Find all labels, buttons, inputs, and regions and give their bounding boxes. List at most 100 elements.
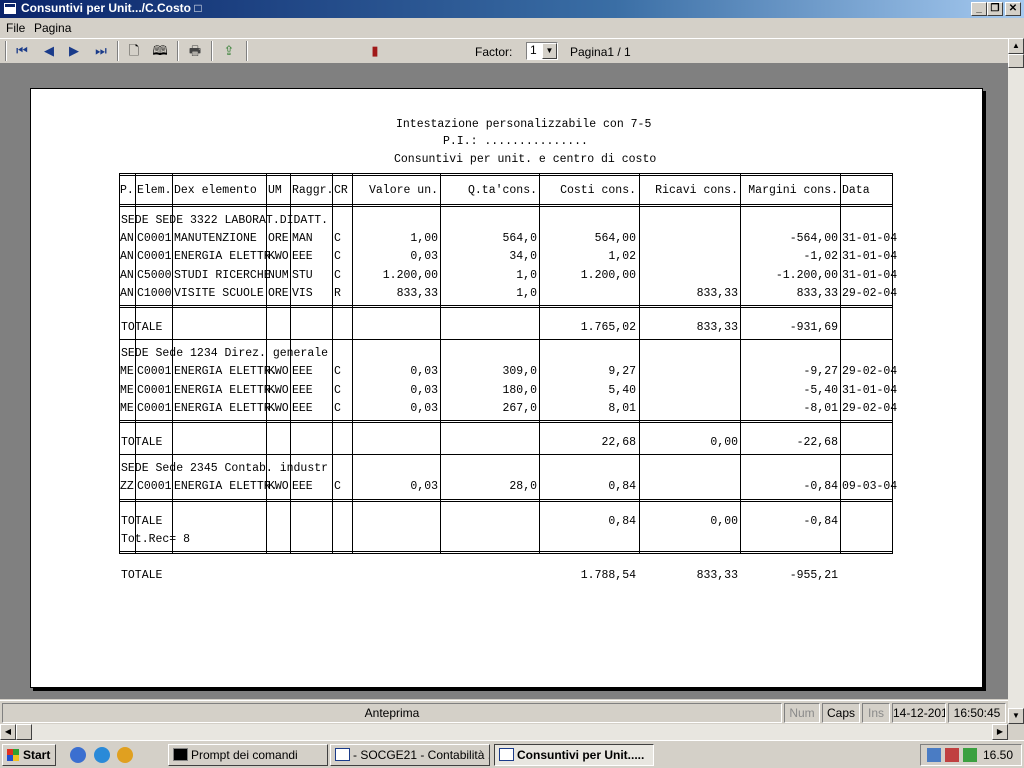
total-value: 22,68 [601, 436, 636, 449]
scroll-up-icon[interactable]: ▲ [1008, 38, 1024, 54]
total-value: -22,68 [796, 436, 838, 449]
scroll-right-icon[interactable]: ▶ [992, 724, 1008, 740]
status-bar: Anteprima Num Caps Ins 14-12-2015 16:50:… [0, 700, 1008, 724]
table-cell: EEE [292, 383, 313, 397]
total-label: TOTALE [121, 514, 163, 528]
table-cell: 29-02-04 [842, 365, 898, 379]
scroll-thumb[interactable] [1008, 54, 1024, 68]
group-total-row: TOTALE 0,84 0,00 -0,84 [119, 513, 893, 531]
two-pages-icon[interactable]: 🕮 [151, 43, 169, 59]
table-cell: -564,00 [789, 232, 838, 246]
table-bottom-rule [119, 551, 893, 554]
app-icon[interactable] [3, 2, 17, 15]
table-cell: 833,33 [796, 286, 838, 300]
start-button[interactable]: Start [2, 744, 56, 766]
table-top-rule [119, 173, 893, 176]
caps-indicator: Caps [822, 703, 860, 723]
table-cell: 180,0 [502, 383, 537, 397]
column-header: Raggr. [292, 184, 334, 197]
exit-icon[interactable]: ▮ [366, 43, 384, 59]
table-cell: 564,0 [502, 232, 537, 246]
desktop-icon[interactable] [70, 747, 86, 763]
table-cell: ORE [268, 286, 289, 300]
network-icon[interactable] [927, 748, 941, 762]
table-cell: KWO [268, 250, 289, 264]
table-cell: C [334, 232, 341, 246]
table-cell: 31-01-04 [842, 268, 898, 282]
table-cell: C0001 [137, 250, 172, 264]
column-divider [172, 173, 173, 554]
table-cell: 1.200,00 [580, 268, 636, 282]
column-divider [135, 173, 136, 554]
last-page-icon[interactable]: ⏭ [92, 43, 110, 59]
table-cell: 309,0 [502, 365, 537, 379]
scroll-thumb[interactable] [16, 724, 32, 740]
task-label: Consuntivi per Unit..... [517, 748, 645, 762]
table-cell: 31-01-04 [842, 250, 898, 264]
clock: 16.50 [982, 748, 1013, 762]
toolbar-separator [117, 41, 119, 61]
horizontal-scrollbar[interactable]: ◀ ▶ [0, 724, 1008, 740]
chevron-down-icon[interactable]: ▼ [542, 43, 557, 59]
windows-logo-icon [7, 749, 19, 761]
table-cell: -0,84 [803, 480, 838, 494]
column-header: Ricavi cons. [655, 184, 738, 197]
table-cell: 1,0 [516, 286, 537, 300]
menu-pagina[interactable]: Pagina [34, 21, 71, 35]
taskbar-item-socge[interactable]: - SOCGE21 - Contabilità ... [330, 744, 490, 766]
status-text: Anteprima [2, 703, 782, 723]
table-cell: 1.200,00 [382, 268, 438, 282]
menu-file[interactable]: File [6, 21, 25, 35]
table-row: AN C5000 STUDI RICERCHE NUM STU C 1.200,00 1,0 1… [119, 267, 898, 285]
next-page-icon[interactable]: ▶ [65, 43, 83, 59]
window-icon [499, 748, 514, 761]
security-icon[interactable] [945, 748, 959, 762]
table-row: AN C0001 MANUTENZIONE ORE MAN C 1,00 564,0 564,0… [119, 230, 897, 248]
factor-select[interactable]: 1 ▼ [526, 42, 558, 60]
taskbar-item-consuntivi[interactable]: Consuntivi per Unit..... [494, 744, 654, 766]
table-cell: 09-03-04 [842, 480, 898, 494]
table-cell: 0,03 [410, 250, 438, 264]
toolbar: ⏮ ◀ ▶ ⏭ 🗋 🕮 🖶 ⇪ ▮ Factor: 1 ▼ Pagina1 / … [0, 38, 1008, 64]
scroll-down-icon[interactable]: ▼ [1008, 708, 1024, 724]
close-button[interactable]: ✕ [1005, 2, 1021, 16]
task-label: Prompt dei comandi [191, 748, 298, 762]
table-cell: C0001 [137, 232, 172, 246]
update-icon[interactable] [963, 748, 977, 762]
table-cell: 9,27 [608, 365, 636, 379]
single-page-icon[interactable]: 🗋 [125, 43, 143, 59]
table-cell: C1000 [137, 286, 172, 300]
column-divider [332, 173, 333, 554]
preview-area: Intestazione personalizzabile con 7-5 P.… [0, 64, 1008, 699]
minimize-button[interactable]: _ [971, 2, 987, 16]
total-label: TOTALE [121, 569, 163, 582]
table-cell: C0001 [137, 383, 172, 397]
table-cell: -1,02 [803, 250, 838, 264]
report-header-line: Intestazione personalizzabile con 7-5 [396, 118, 652, 131]
table-cell: 1,02 [608, 250, 636, 264]
media-player-icon[interactable] [117, 747, 133, 763]
column-divider [352, 173, 353, 554]
table-cell: 5,40 [608, 383, 636, 397]
first-page-icon[interactable]: ⏮ [13, 43, 31, 59]
scroll-left-icon[interactable]: ◀ [0, 724, 16, 740]
internet-explorer-icon[interactable] [94, 747, 110, 763]
table-cell: VIS [292, 286, 313, 300]
column-divider [290, 173, 291, 554]
export-icon[interactable]: ⇪ [220, 43, 238, 59]
maximize-button[interactable]: ❐ [987, 2, 1003, 16]
table-cell: 564,00 [594, 232, 636, 246]
table-cell: -1.200,00 [775, 268, 838, 282]
table-cell: -5,40 [803, 383, 838, 397]
print-icon[interactable]: 🖶 [186, 43, 204, 59]
report-header-line: Consuntivi per unit. e centro di costo [394, 153, 657, 166]
grand-total-row: TOTALE 1.788,54 833,33 -955,21 [119, 567, 893, 585]
prev-page-icon[interactable]: ◀ [40, 43, 58, 59]
group-separator [119, 339, 893, 341]
vertical-scrollbar[interactable]: ▲ ▼ [1008, 38, 1024, 724]
report-header-line: P.I.: ............... [443, 135, 588, 148]
table-cell: ENERGIA ELETTR. [174, 383, 278, 397]
table-row: AN C1000 VISITE SCUOLE ORE VIS R 833,33 1,0 833,… [119, 285, 897, 303]
total-value: 0,84 [608, 514, 636, 528]
taskbar-item-cmd[interactable]: Prompt dei comandi [168, 744, 328, 766]
